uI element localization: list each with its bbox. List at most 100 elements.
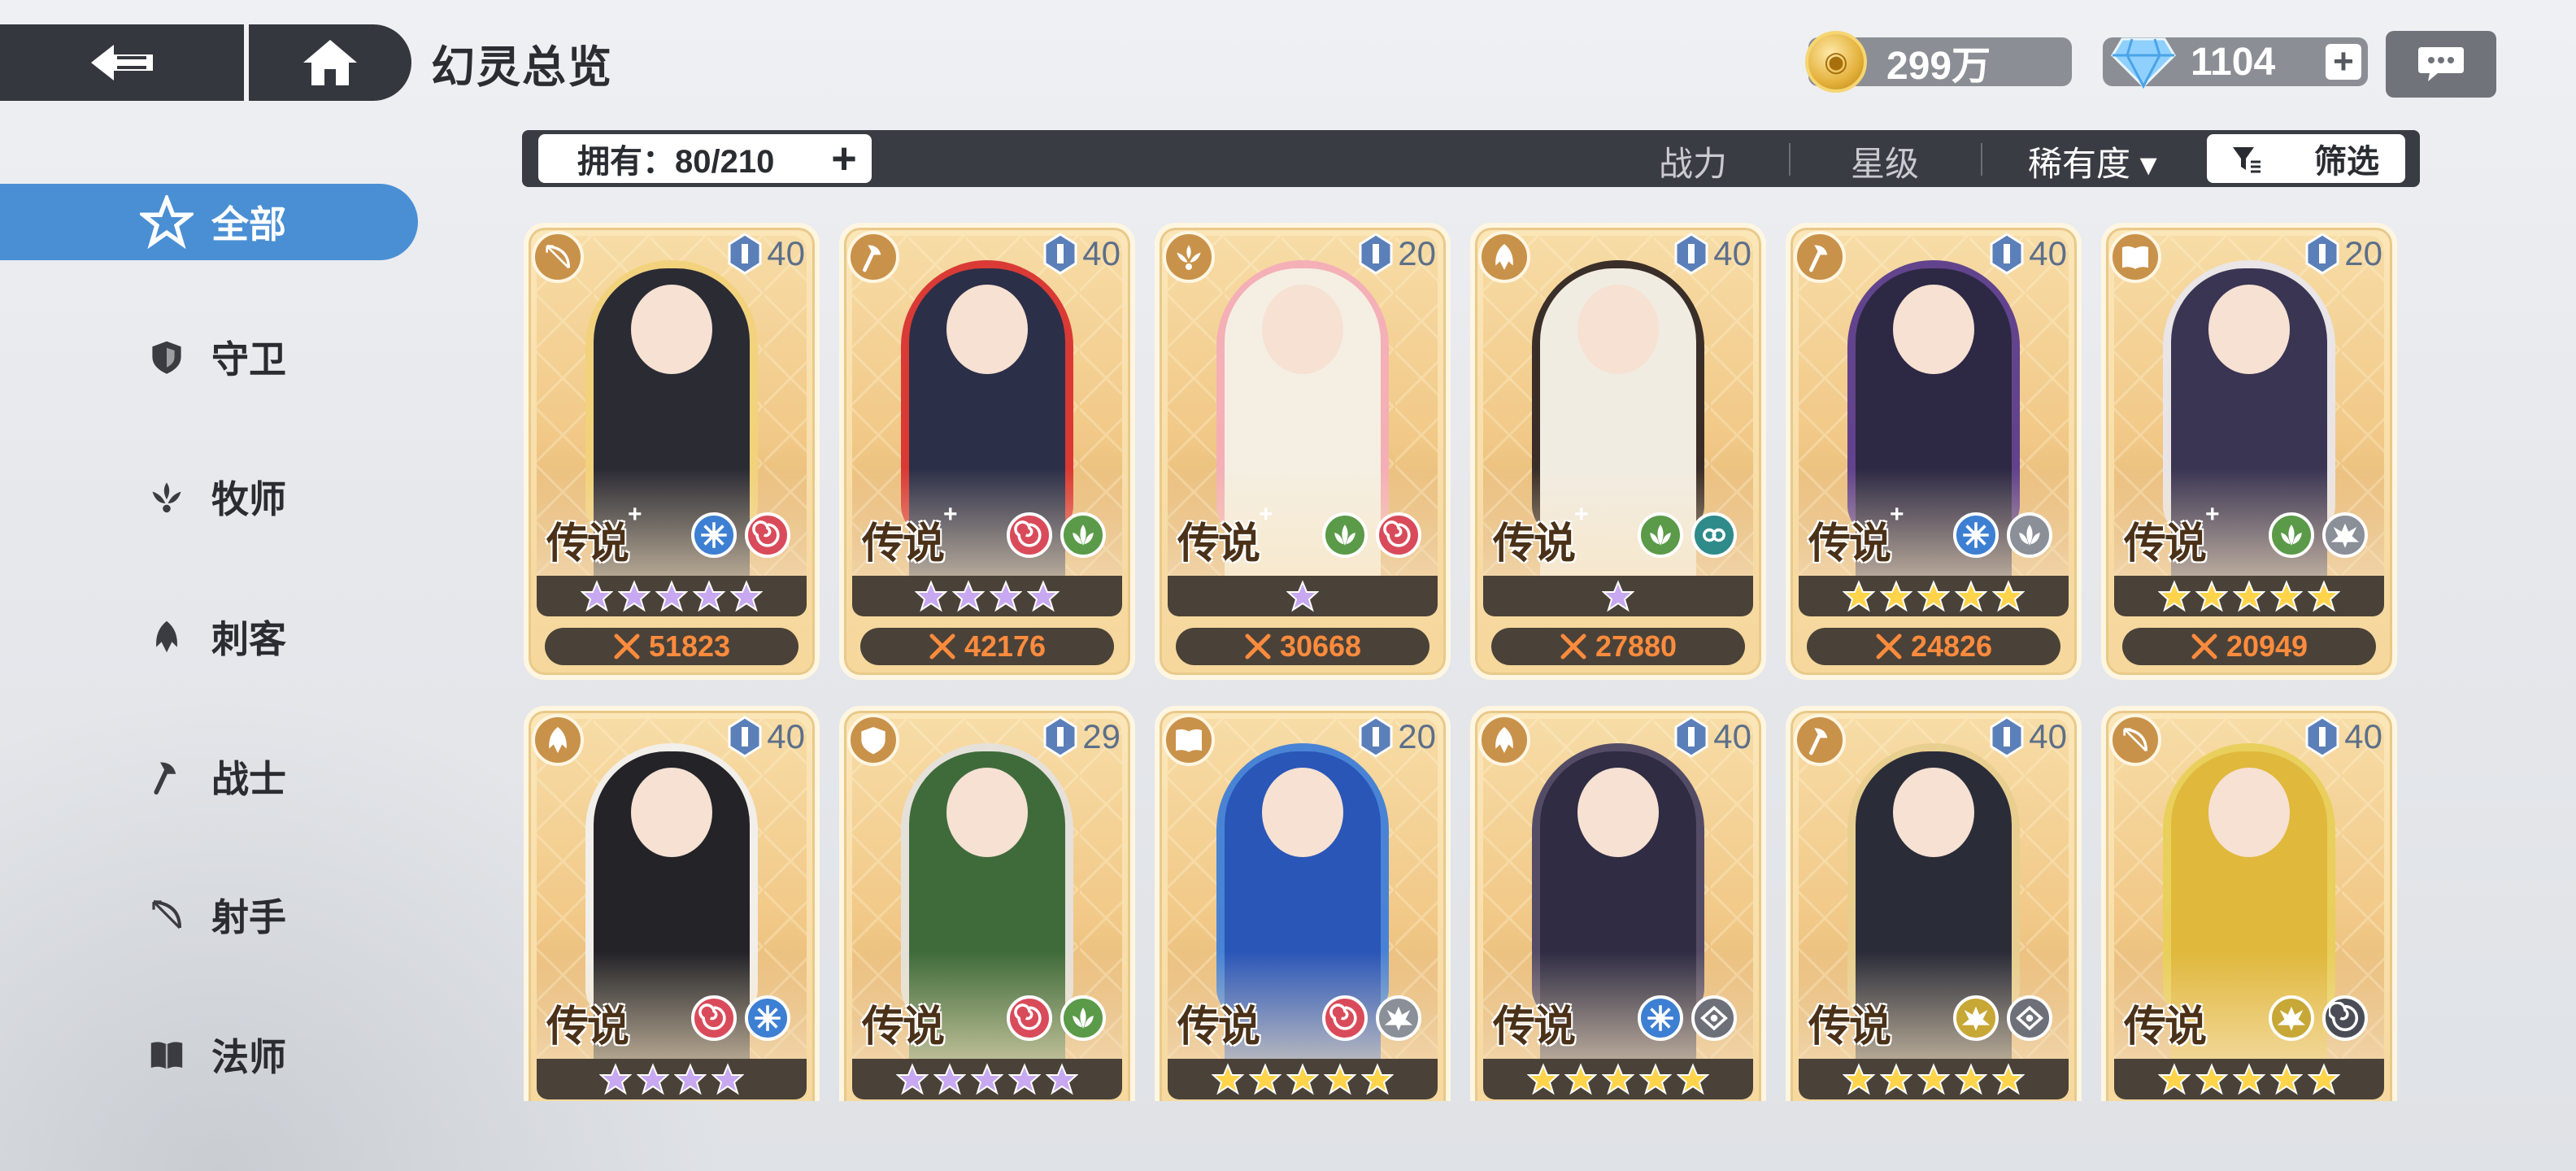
class-badge bbox=[1163, 714, 1215, 766]
element-badge bbox=[2322, 512, 2368, 558]
sidebar-item-shield[interactable]: 守卫 bbox=[0, 319, 418, 395]
star-icon bbox=[1843, 1063, 1875, 1095]
top-nav-pill bbox=[0, 24, 411, 101]
back-button[interactable] bbox=[0, 24, 244, 101]
sidebar-item-priest[interactable]: 牧师 bbox=[0, 459, 418, 535]
level-gem-icon bbox=[1990, 716, 2024, 758]
diamond-icon bbox=[2111, 37, 2176, 89]
book-icon bbox=[150, 1042, 183, 1069]
level-tag: 20 bbox=[1337, 231, 1442, 276]
sort-power[interactable]: 战力 bbox=[1659, 137, 1727, 186]
hero-card[interactable]: 40 传说 + 51823 bbox=[524, 223, 820, 680]
star-icon bbox=[1917, 580, 1950, 612]
class-badge bbox=[1478, 231, 1530, 283]
assassin-icon bbox=[1495, 727, 1513, 753]
hero-card[interactable]: 20 传说 + 30668 bbox=[1155, 223, 1451, 680]
shield-icon bbox=[152, 341, 181, 374]
hero-card[interactable]: 40 传说 + 27880 bbox=[1470, 223, 1766, 680]
sidebar-item-label: 法师 bbox=[211, 1036, 286, 1078]
power-bar: 24826 bbox=[1807, 628, 2060, 665]
hero-level: 20 bbox=[1398, 234, 1436, 272]
rarity-label: 传说 bbox=[546, 1002, 629, 1051]
hero-card[interactable]: 40 传说 bbox=[1786, 706, 2082, 1101]
level-tag: 20 bbox=[2283, 231, 2389, 276]
sidebar-item-label: 全部 bbox=[211, 203, 286, 246]
star-icon bbox=[2233, 580, 2265, 612]
hero-card[interactable]: 40 传说 bbox=[2101, 706, 2397, 1101]
sidebar-item-axe[interactable]: 战士 bbox=[0, 738, 418, 815]
class-badge bbox=[847, 714, 899, 766]
sort-star[interactable]: 星级 bbox=[1851, 137, 1919, 186]
hero-card[interactable]: 40 传说 + 24826 bbox=[1786, 223, 2082, 680]
sidebar-item-all[interactable]: 全部 bbox=[0, 184, 418, 260]
hero-card[interactable]: 29 传说 bbox=[839, 706, 1135, 1101]
axe-icon bbox=[1809, 728, 1828, 755]
star-icon bbox=[1602, 580, 1634, 612]
rarity-row: 传说 + bbox=[1168, 501, 1438, 568]
rarity-label: 传说 bbox=[1808, 519, 1891, 568]
star-icon bbox=[1027, 580, 1060, 612]
hero-card[interactable]: 40 传说 bbox=[1470, 706, 1766, 1101]
star-rating bbox=[852, 1059, 1122, 1099]
level-gem-icon bbox=[1043, 716, 1077, 758]
element-frost-icon bbox=[701, 522, 727, 548]
home-button[interactable] bbox=[249, 24, 411, 101]
gem-amount: 1104 bbox=[2191, 40, 2276, 84]
add-gems-button[interactable]: + bbox=[2326, 44, 2361, 80]
hero-card[interactable]: 40 传说 + 42176 bbox=[839, 223, 1135, 680]
star-icon bbox=[2158, 1063, 2191, 1095]
expand-slots-button[interactable]: + bbox=[825, 134, 864, 183]
hero-card[interactable]: 20 传说 + 20949 bbox=[2101, 223, 2397, 680]
rarity-row: 传说 bbox=[1168, 995, 1438, 1051]
star-icon bbox=[1527, 1063, 1560, 1095]
star-icon bbox=[1843, 580, 1875, 612]
hero-face bbox=[1577, 768, 1659, 857]
hero-level: 40 bbox=[1713, 234, 1751, 272]
star-icon bbox=[711, 1063, 744, 1095]
element-badge bbox=[2007, 512, 2052, 558]
sidebar-item-bow[interactable]: 射手 bbox=[0, 877, 418, 953]
hero-power: 30668 bbox=[1279, 629, 1362, 663]
star-icon bbox=[2195, 1063, 2228, 1095]
star-icon bbox=[1880, 580, 1912, 612]
rarity-plus-icon: + bbox=[1574, 501, 1589, 528]
sort-rarity[interactable]: 稀有度 ▾ bbox=[2028, 137, 2157, 186]
rarity-label: 传说 bbox=[1493, 1002, 1576, 1051]
element-frost-icon bbox=[1963, 522, 1989, 548]
star-rating bbox=[1483, 576, 1753, 616]
element-badge bbox=[691, 512, 737, 558]
element-badge bbox=[2322, 995, 2368, 1041]
hero-level: 40 bbox=[2029, 234, 2067, 272]
gem-currency: 1104 + bbox=[2103, 37, 2368, 89]
priest-icon bbox=[1177, 245, 1201, 270]
level-tag: 40 bbox=[1652, 231, 1758, 276]
rarity-label: 传说 bbox=[1177, 519, 1260, 568]
chat-button[interactable] bbox=[2386, 31, 2496, 98]
bow-icon bbox=[2123, 728, 2147, 752]
filter-button[interactable]: 筛选 bbox=[2207, 134, 2405, 183]
star-rating bbox=[1168, 1059, 1438, 1099]
level-gem-icon bbox=[1359, 233, 1393, 275]
star-icon bbox=[599, 1063, 632, 1095]
sidebar-item-assassin[interactable]: 刺客 bbox=[0, 599, 418, 675]
sidebar-item-book[interactable]: 法师 bbox=[0, 1016, 418, 1093]
hero-card[interactable]: 20 传说 bbox=[1155, 706, 1451, 1101]
element-badge bbox=[1953, 995, 1999, 1041]
element-badge bbox=[1376, 512, 1421, 558]
power-bar: 51823 bbox=[545, 628, 798, 665]
star-icon bbox=[1955, 1063, 1987, 1095]
gold-coin-icon: ◉ bbox=[1805, 31, 1867, 93]
rarity-label: 传说 bbox=[1808, 1002, 1891, 1051]
crossed-swords-icon bbox=[2191, 633, 2217, 660]
star-icon bbox=[1046, 1063, 1078, 1095]
sidebar-item-label: 射手 bbox=[211, 896, 286, 938]
hero-power: 27880 bbox=[1595, 629, 1677, 663]
element-badge bbox=[2007, 995, 2052, 1041]
crossed-swords-icon bbox=[1876, 633, 1902, 660]
element-badge bbox=[1322, 512, 1368, 558]
sort-separator bbox=[1981, 143, 1982, 176]
axe-icon bbox=[1809, 245, 1828, 272]
hero-level: 40 bbox=[767, 234, 805, 272]
hero-card[interactable]: 40 传说 bbox=[524, 706, 820, 1101]
hero-level: 40 bbox=[2344, 717, 2382, 755]
